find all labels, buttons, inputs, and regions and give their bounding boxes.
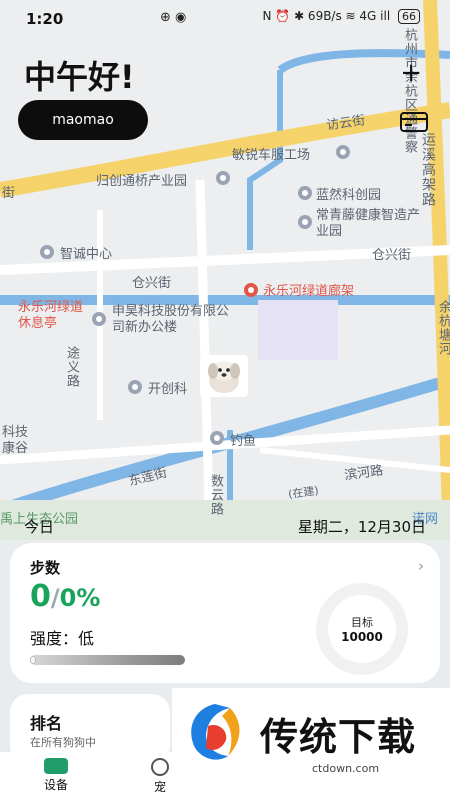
steps-separator: / — [50, 584, 60, 612]
watermark-logo-icon — [191, 704, 240, 760]
map-label-shenhao: 申昊科技股份有限公司新办公楼 — [112, 304, 230, 335]
add-button[interactable]: + — [400, 58, 422, 88]
map-label-zhicheng: 智诚中心 — [60, 247, 113, 262]
poi-pin-icon — [298, 186, 312, 200]
map-label-yuhang: 余杭塘河 — [436, 300, 450, 356]
dog-location-marker[interactable] — [200, 355, 248, 397]
map-label-diaoyu: 钓鱼 — [230, 434, 257, 449]
map-label-minrui: 敏锐车服工场 — [232, 148, 311, 163]
steps-value: 0/0% — [30, 579, 100, 614]
poi-pin-icon — [298, 215, 312, 229]
status-time: 1:20 — [26, 10, 64, 28]
goal-label: 目标 — [351, 616, 373, 629]
steps-percent: 0% — [59, 584, 101, 612]
map-label-yongle-rest: 永乐河绿道休息亭 — [18, 300, 84, 331]
card-icon[interactable] — [400, 112, 428, 132]
poi-pin-icon — [92, 312, 106, 326]
watermark-url: ctdown.com — [312, 762, 380, 775]
map-label-jie: 街 — [2, 186, 16, 201]
map-label-kejikang: 科技康谷 — [2, 425, 29, 456]
rank-title: 排名 — [30, 714, 63, 733]
map-label-lanran: 蓝然科创园 — [316, 188, 382, 203]
device-icon — [44, 758, 68, 774]
map-label-changqingteng: 常青藤健康智造产业园 — [316, 208, 421, 239]
steps-progress-bar — [30, 655, 185, 665]
poi-pin-red-icon — [244, 283, 258, 297]
date-line: 今日 星期二，12月30日 — [0, 510, 450, 540]
map-label-kaichuang: 开创科 — [148, 382, 188, 397]
map-label-tuyi: 途义路 — [64, 346, 79, 388]
poi-pin-icon — [128, 380, 142, 394]
username-button[interactable]: maomao — [18, 100, 148, 140]
poi-pin-icon — [210, 431, 224, 445]
goal-inner: 目标 10000 — [328, 595, 396, 663]
poi-pin-icon — [40, 245, 54, 259]
goal-value: 10000 — [341, 630, 383, 644]
map-label-cangxing: 仓兴街 — [132, 276, 172, 291]
greeting-title: 中午好! — [24, 58, 135, 96]
map-label-cangxing: 仓兴街 — [372, 248, 412, 263]
date-label: 星期二，12月30日 — [297, 518, 426, 536]
battery-icon: 66 — [398, 9, 420, 24]
steps-card[interactable]: 步数 › 0/0% 强度：低 目标 10000 — [10, 543, 440, 683]
steps-title: 步数 — [30, 559, 61, 577]
watermark-title: 传统下载 — [260, 715, 417, 759]
status-indicators: N ⏰ ✱ 69B/s ≋ 4G ill — [262, 9, 391, 23]
poi-pin-icon — [216, 171, 230, 185]
status-bar: 1:20 ⊕ ◉ N ⏰ ✱ 69B/s ≋ 4G ill 66 — [0, 0, 450, 40]
tab-pet-label: 宠 — [153, 780, 166, 794]
today-label: 今日 — [24, 518, 55, 536]
dog-avatar-icon — [208, 361, 240, 393]
steps-progress-fill — [30, 656, 36, 664]
map-label-hangzhou: 杭州市余杭区通警察 — [402, 28, 417, 154]
steps-count: 0 — [30, 579, 51, 614]
chevron-right-icon[interactable]: › — [418, 557, 424, 575]
map-label-yongle: 永乐河绿道廊架 — [263, 284, 355, 299]
rank-subtitle: 在所有狗狗中 — [30, 736, 96, 749]
tab-device-label: 设备 — [43, 778, 68, 792]
map-label-guichuang: 归创通桥产业园 — [96, 174, 188, 189]
goal-ring: 目标 10000 — [316, 583, 408, 675]
intensity-label: 强度：低 — [30, 629, 95, 648]
poi-pin-icon — [336, 145, 350, 159]
status-left-icons: ⊕ ◉ — [160, 10, 187, 25]
status-right-icons: N ⏰ ✱ 69B/s ≋ 4G ill 66 — [263, 9, 420, 24]
watermark: 传统下载 ctdown.com — [172, 688, 450, 780]
map-label-yunxi: 运溪高架路 — [420, 132, 436, 207]
tab-device[interactable]: 设备 — [26, 756, 86, 793]
pet-icon — [151, 758, 169, 776]
